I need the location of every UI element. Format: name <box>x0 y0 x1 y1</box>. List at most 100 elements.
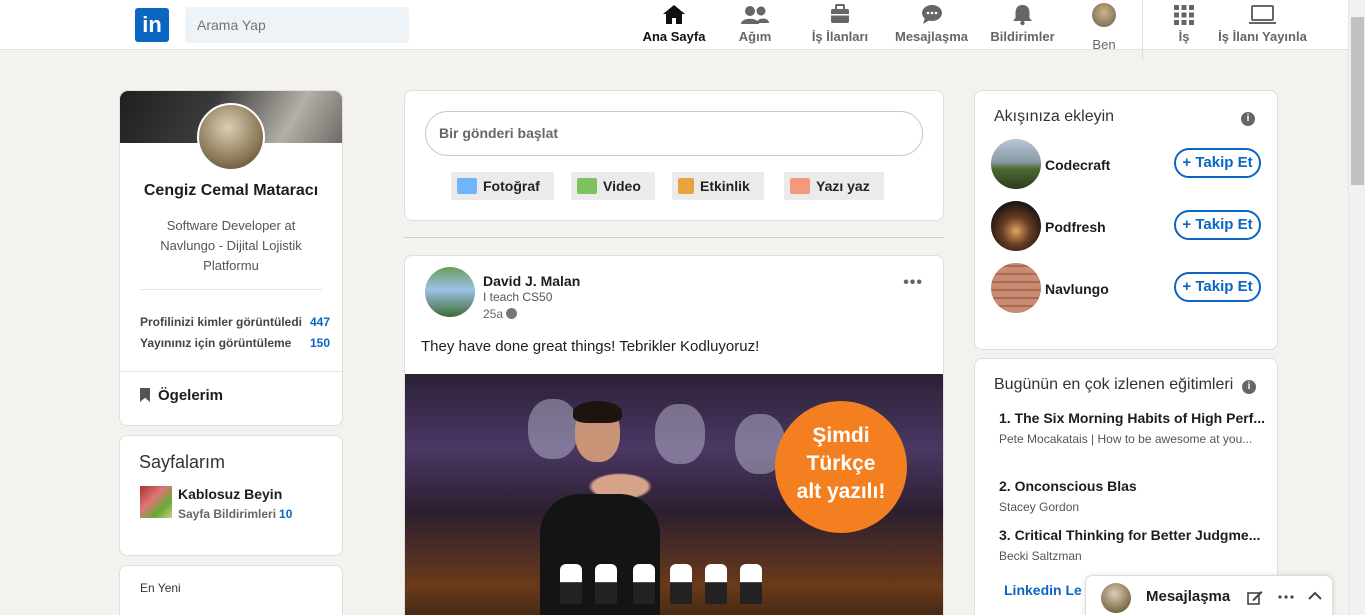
nav-work[interactable]: İş <box>1172 0 1196 50</box>
feed-divider <box>404 237 944 238</box>
nav-me[interactable]: Ben <box>1087 0 1121 52</box>
company-avatar[interactable] <box>991 263 1041 313</box>
light-bulb <box>705 564 727 604</box>
light-bulb <box>740 564 762 604</box>
nav-jobs[interactable]: İş İlanları <box>809 0 871 50</box>
speaker-hair <box>573 401 622 423</box>
company-name[interactable]: Navlungo <box>1045 281 1109 297</box>
article-label: Yazı yaz <box>816 178 870 194</box>
follow-button[interactable]: + Takip Et <box>1174 148 1261 178</box>
nav-label: Ana Sayfa <box>642 29 706 44</box>
avatar <box>1101 583 1131 613</box>
search-input[interactable] <box>185 7 409 43</box>
nav-label: Ağım <box>738 29 772 44</box>
nav-label: Bildirimler <box>990 29 1055 44</box>
more-options-button[interactable]: ••• <box>903 274 923 292</box>
video-icon <box>577 178 597 194</box>
profile-name[interactable]: Cengiz Cemal Mataracı <box>120 182 342 200</box>
more-icon[interactable] <box>1278 595 1294 599</box>
page-name[interactable]: Kablosuz Beyin <box>178 486 282 502</box>
article-icon <box>790 178 810 194</box>
profile-headline: Software Developer at Navlungo - Dijital… <box>160 218 302 273</box>
nav-label: İş İlanları <box>811 29 869 44</box>
stat-label: Profilinizi kimler görüntüledi <box>140 315 303 329</box>
company-avatar[interactable] <box>991 201 1041 251</box>
stat-value: 150 <box>309 336 330 350</box>
nav-divider <box>1142 0 1143 60</box>
chat-icon <box>922 5 942 24</box>
follow-title: Akışınıza ekleyin <box>994 108 1115 125</box>
page-notifications[interactable]: Sayfa Bildirimleri 10 <box>178 507 292 521</box>
company-avatar[interactable] <box>991 139 1041 189</box>
post-time-text: 25a <box>483 307 504 321</box>
stage-light <box>655 404 705 464</box>
stat-profile-views[interactable]: Profilinizi kimler görüntüledi 447 <box>140 315 330 329</box>
messaging-dock[interactable]: Mesajlaşma <box>1085 575 1333 615</box>
post-text: They have done great things! Tebrikler K… <box>421 338 760 355</box>
page-logo[interactable] <box>140 486 172 518</box>
profile-card: Cengiz Cemal Mataracı Software Developer… <box>119 90 343 426</box>
nav-post-job[interactable]: İş İlanı Yayınla <box>1215 0 1310 50</box>
scrollbar-thumb[interactable] <box>1351 17 1364 185</box>
compose-icon[interactable] <box>1247 589 1263 605</box>
event-label: Etkinlik <box>700 178 750 194</box>
post-time: 25a <box>483 307 518 321</box>
info-icon[interactable]: i <box>1241 112 1255 126</box>
course-author: Pete Mocakatais | How to be awesome at y… <box>999 432 1253 446</box>
briefcase-icon <box>831 4 849 23</box>
follow-button[interactable]: + Takip Et <box>1174 210 1261 240</box>
light-bulb <box>595 564 617 604</box>
avatar <box>1092 3 1116 27</box>
article-button[interactable]: Yazı yaz <box>784 172 884 200</box>
course-author: Stacey Gordon <box>999 500 1080 514</box>
my-items-link[interactable]: Ögelerim <box>140 387 223 404</box>
feed-post: David J. Malan I teach CS50 25a ••• They… <box>404 255 944 615</box>
author-headline: I teach CS50 <box>483 290 553 304</box>
video-button[interactable]: Video <box>571 172 655 200</box>
company-name[interactable]: Podfresh <box>1045 219 1106 235</box>
calendar-icon <box>678 178 694 194</box>
post-composer: Bir gönderi başlat Fotoğraf Video Etkinl… <box>404 90 944 221</box>
follow-button[interactable]: + Takip Et <box>1174 272 1261 302</box>
badge-line: Türkçe <box>806 452 876 475</box>
nav-network[interactable]: Ağım <box>735 0 775 50</box>
follow-suggestion: Navlungo + Takip Et <box>991 263 1261 313</box>
stat-post-views[interactable]: Yayınınız için görüntüleme 150 <box>140 336 330 350</box>
event-button[interactable]: Etkinlik <box>672 172 764 200</box>
light-bulb <box>670 564 692 604</box>
nav-home[interactable]: Ana Sayfa <box>641 0 707 50</box>
home-icon <box>663 5 685 24</box>
profile-avatar[interactable] <box>197 103 265 171</box>
bookmark-icon <box>140 388 150 402</box>
pages-card: Sayfalarım Kablosuz Beyin Sayfa Bildirim… <box>119 435 343 556</box>
company-name[interactable]: Codecraft <box>1045 157 1110 173</box>
follow-suggestion: Podfresh + Takip Et <box>991 201 1261 251</box>
network-icon <box>741 6 769 24</box>
photo-button[interactable]: Fotoğraf <box>451 172 554 200</box>
messaging-title[interactable]: Mesajlaşma <box>1146 588 1230 605</box>
chevron-up-icon[interactable] <box>1308 591 1322 601</box>
linkedin-logo[interactable]: in <box>135 8 169 42</box>
course-item[interactable]: 3. Critical Thinking for Better Judgme..… <box>999 527 1269 566</box>
post-image[interactable]: Şimdi Türkçe alt yazılı! <box>405 374 943 615</box>
start-post-input[interactable]: Bir gönderi başlat <box>425 111 923 156</box>
grid-icon <box>1174 5 1194 25</box>
subtitle-badge: Şimdi Türkçe alt yazılı! <box>775 401 907 533</box>
bell-icon <box>1013 5 1032 26</box>
author-name[interactable]: David J. Malan <box>483 273 580 289</box>
nav-messaging[interactable]: Mesajlaşma <box>893 0 970 50</box>
globe-icon <box>506 308 518 319</box>
monitor-icon <box>1249 5 1276 24</box>
nav-label: Ben <box>1092 37 1116 52</box>
info-icon[interactable]: i <box>1242 380 1256 394</box>
page-scrollbar[interactable] <box>1348 0 1365 615</box>
pages-title: Sayfalarım <box>139 452 226 472</box>
author-avatar[interactable] <box>425 267 475 317</box>
page-notif-count: 10 <box>279 507 293 521</box>
nav-notifications[interactable]: Bildirimler <box>987 0 1058 50</box>
nav-label: Mesajlaşma <box>895 29 968 44</box>
course-item[interactable]: 2. Onconscious Blas Stacey Gordon <box>999 478 1269 517</box>
course-item[interactable]: 1. The Six Morning Habits of High Perf..… <box>999 410 1269 449</box>
top-navbar: in Ana Sayfa Ağım İş İlanları Mesajlaşma… <box>0 0 1348 60</box>
linkedin-learning-link[interactable]: Linkedin Le <box>1004 582 1082 598</box>
